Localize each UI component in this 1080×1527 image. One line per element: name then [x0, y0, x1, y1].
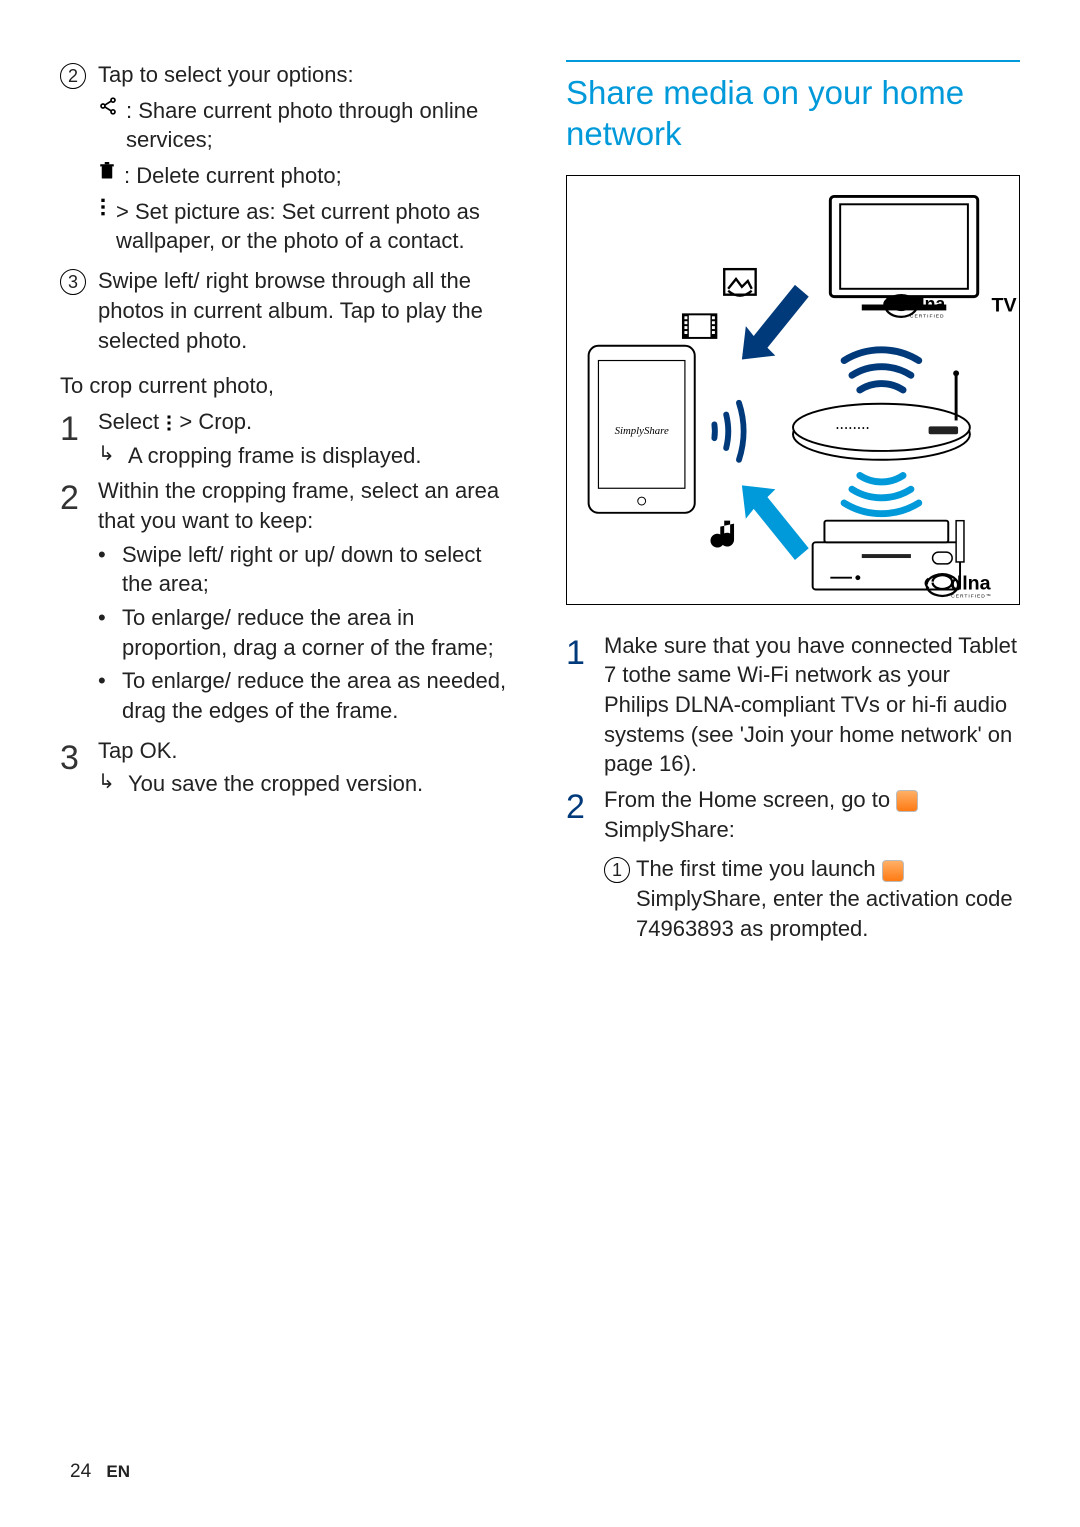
simplyshare-app-icon [882, 860, 904, 882]
share-text: : Share current photo through online ser… [126, 96, 514, 155]
svg-text:CERTIFIED: CERTIFIED [910, 313, 945, 319]
share-step1: Make sure that you have connected Tablet… [604, 631, 1020, 779]
circled-2: 2 [60, 63, 86, 89]
crop3-result: You save the cropped version. [128, 769, 423, 799]
trash-icon [98, 161, 116, 191]
result-arrow-icon: ↳ [98, 769, 120, 799]
share-icon [98, 96, 118, 155]
crop2-b1: Swipe left/ right or up/ down to select … [122, 540, 514, 599]
svg-text:dlna: dlna [950, 572, 991, 594]
crop1-result: A cropping frame is displayed. [128, 441, 422, 471]
dlna-logo-hifi: dlna CERTIFIED™ [926, 572, 992, 599]
section-heading: Share media on your home network [566, 72, 1020, 155]
tablet-icon: SimplyShare [589, 345, 695, 512]
arrow-to-hifi-icon [742, 485, 809, 560]
tablet-label: SimplyShare [615, 425, 669, 437]
wifi-arcs-icon [844, 349, 919, 389]
simplyshare-app-icon [896, 790, 918, 812]
wifi-arcs-down-icon [844, 475, 919, 513]
crop-heading: To crop current photo, [60, 371, 514, 401]
left-column: 2 Tap to select your options: : Share cu… [60, 60, 514, 955]
gallery-icon [724, 269, 755, 296]
hifi-icon [813, 520, 964, 589]
network-diagram: SimplyShare • • • • • • • • [566, 175, 1020, 605]
crop1: Select > Crop. [98, 409, 252, 434]
bignum-2: 2 [60, 476, 94, 522]
page-number: 24 [70, 1461, 91, 1482]
tv-label: TV [991, 294, 1016, 316]
simplyshare-label: SimplyShare [604, 817, 729, 842]
step3: Swipe left/ right browse through all the… [98, 266, 514, 355]
svg-text:dlna: dlna [909, 293, 945, 313]
svg-text:CERTIFIED™: CERTIFIED™ [951, 593, 992, 599]
overflow-icon [165, 414, 173, 432]
result-arrow-icon: ↳ [98, 441, 120, 471]
crop2-b3: To enlarge/ reduce the area as needed, d… [122, 666, 514, 725]
section-rule [566, 60, 1020, 62]
setpic-line: > Set picture as: Set current photo as w… [116, 197, 514, 256]
share-step2: From the Home screen, go to [604, 787, 918, 812]
step2-lead: Tap to select your options: [98, 62, 354, 87]
crop2: Within the cropping frame, select an are… [98, 478, 499, 533]
delete-text: : Delete current photo; [124, 161, 342, 191]
circled-1: 1 [604, 857, 630, 883]
share-step2-sub: The first time you launch [636, 856, 904, 881]
overflow-icon [98, 197, 108, 256]
arrow-to-tv-icon [742, 284, 809, 359]
bignum-1: 1 [60, 407, 94, 453]
music-icon [710, 520, 734, 547]
bignum-3: 3 [60, 736, 94, 782]
wifi-ripple-icon [714, 402, 743, 459]
right-column: Share media on your home network SimplyS… [566, 60, 1020, 955]
film-icon [683, 314, 716, 338]
circled-3: 3 [60, 269, 86, 295]
bignum-1-r: 1 [566, 631, 600, 677]
svg-text:• • • • • • • •: • • • • • • • • [836, 425, 869, 432]
page-lang: EN [106, 1462, 130, 1481]
crop2-b2: To enlarge/ reduce the area in proportio… [122, 603, 514, 662]
bignum-2-r: 2 [566, 785, 600, 831]
crop3: Tap OK. [98, 738, 178, 763]
page-footer: 24 EN [70, 1459, 130, 1485]
dlna-logo-tv: dlna CERTIFIED [884, 293, 945, 319]
